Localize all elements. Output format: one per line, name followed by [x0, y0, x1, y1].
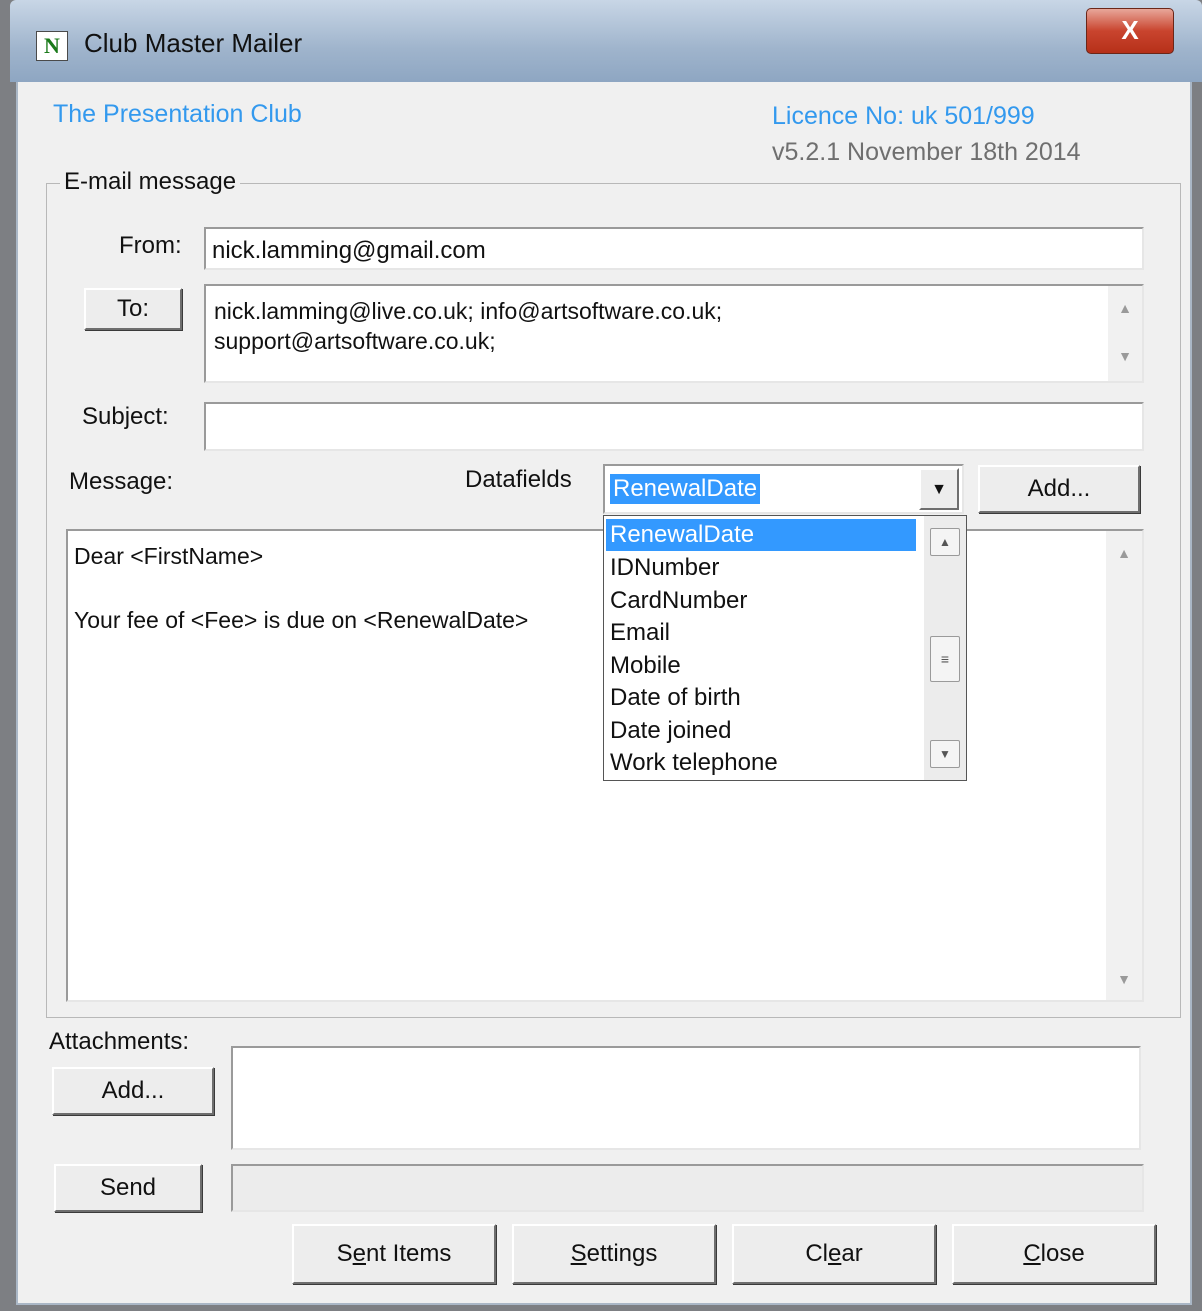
datafield-option-date-joined[interactable]: Date joined	[610, 715, 731, 747]
message-line-2: Your fee of <Fee> is due on <RenewalDate…	[74, 607, 529, 633]
datafields-select[interactable]: RenewalDate ▼	[603, 464, 964, 514]
scroll-down-icon[interactable]: ▼	[930, 740, 960, 768]
clear-label-a: Cl	[805, 1240, 828, 1267]
from-label: From:	[119, 232, 182, 259]
datafield-option-date-of-birth[interactable]: Date of birth	[610, 682, 741, 714]
message-scrollbar[interactable]: ▲ ▼	[1106, 531, 1142, 1000]
datafield-option-renewaldate[interactable]: RenewalDate	[606, 519, 916, 551]
subject-label: Subject:	[82, 403, 169, 430]
chevron-down-icon[interactable]: ▼	[919, 468, 959, 510]
datafield-option-email[interactable]: Email	[610, 617, 670, 649]
scroll-up-icon[interactable]: ▲	[1106, 545, 1142, 561]
clear-accel: e	[827, 1240, 842, 1267]
licence-number: Licence No: uk 501/999	[772, 102, 1035, 130]
send-button[interactable]: Send	[54, 1164, 202, 1212]
datafields-selected-value: RenewalDate	[610, 474, 761, 504]
scroll-up-icon[interactable]: ▲	[1108, 300, 1142, 316]
sent-items-accel: e	[352, 1240, 366, 1267]
club-name: The Presentation Club	[53, 100, 302, 128]
to-line-2: support@artsoftware.co.uk;	[214, 328, 496, 354]
close-accel: C	[1023, 1240, 1041, 1267]
to-scrollbar[interactable]: ▲ ▼	[1108, 286, 1142, 381]
message-label: Message:	[69, 468, 174, 495]
add-attachment-button[interactable]: Add...	[52, 1067, 214, 1115]
add-datafield-button[interactable]: Add...	[978, 465, 1140, 513]
datafields-dropdown-list[interactable]: RenewalDate IDNumber CardNumber Email Mo…	[603, 515, 967, 781]
datafield-option-idnumber[interactable]: IDNumber	[610, 552, 719, 584]
from-field[interactable]: nick.lamming@gmail.com	[204, 227, 1144, 270]
scroll-thumb[interactable]: ≡	[930, 636, 960, 682]
dropdown-scrollbar[interactable]: ▲ ≡ ▼	[924, 516, 966, 780]
sent-items-label-b: nt Items	[366, 1240, 452, 1267]
scroll-up-icon[interactable]: ▲	[930, 528, 960, 556]
send-status-field	[231, 1164, 1144, 1212]
to-button[interactable]: To:	[84, 288, 182, 330]
from-value: nick.lamming@gmail.com	[212, 237, 486, 264]
attachments-list[interactable]	[231, 1046, 1141, 1150]
close-window-button[interactable]: X	[1086, 8, 1174, 54]
attachments-label: Attachments:	[49, 1028, 190, 1055]
to-field[interactable]: nick.lamming@live.co.uk; info@artsoftwar…	[204, 284, 1144, 383]
settings-label-b: ettings	[586, 1240, 658, 1267]
sent-items-label-a: S	[336, 1240, 353, 1267]
close-label-b: lose	[1040, 1240, 1085, 1267]
settings-button[interactable]: Settings	[512, 1224, 716, 1284]
sent-items-button[interactable]: Sent Items	[292, 1224, 496, 1284]
datafield-option-mobile[interactable]: Mobile	[610, 650, 681, 682]
scroll-down-icon[interactable]: ▼	[1108, 348, 1142, 364]
datafield-option-work-telephone[interactable]: Work telephone	[610, 747, 778, 779]
close-button[interactable]: Close	[952, 1224, 1156, 1284]
window-title: Club Master Mailer	[84, 28, 303, 58]
to-line-1: nick.lamming@live.co.uk; info@artsoftwar…	[214, 298, 723, 324]
settings-accel: S	[570, 1240, 587, 1267]
datafields-label: Datafields	[465, 466, 572, 493]
clear-label-b: ar	[841, 1240, 863, 1267]
version-label: v5.2.1 November 18th 2014	[772, 138, 1081, 166]
datafield-option-cardnumber[interactable]: CardNumber	[610, 585, 747, 617]
clear-button[interactable]: Clear	[732, 1224, 936, 1284]
app-icon: N	[36, 31, 68, 61]
email-message-group-label: E-mail message	[60, 168, 241, 196]
subject-field[interactable]	[204, 402, 1144, 451]
scroll-down-icon[interactable]: ▼	[1106, 971, 1142, 987]
message-line-1: Dear <FirstName>	[74, 543, 264, 569]
